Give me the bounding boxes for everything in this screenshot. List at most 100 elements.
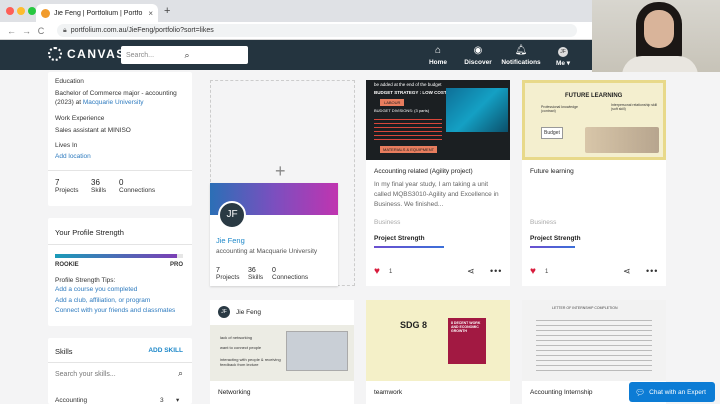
connections-count: 0 (119, 178, 124, 187)
add-project-plus-icon[interactable]: + (275, 161, 286, 182)
nav-notifications[interactable]: 🔔︎ Notifications (501, 45, 541, 66)
projects-label: Projects (55, 187, 79, 194)
share-icon[interactable]: ⋖ (467, 266, 475, 277)
thumb-notes (374, 116, 442, 142)
strength-bar-track (55, 254, 183, 258)
chevron-down-icon[interactable]: ▾ (176, 396, 179, 404)
card-skills-stat[interactable]: 36 Skills (248, 267, 263, 281)
project-title[interactable]: Networking (218, 389, 251, 396)
skills-label: Skills (91, 187, 107, 194)
connections-stat[interactable]: 0 Connections (119, 178, 155, 194)
project-title[interactable]: Accounting related (Agility project) (374, 168, 473, 175)
back-icon[interactable]: ← (7, 26, 16, 36)
strength-title: Your Profile Strength (55, 228, 124, 237)
thumb-line-2: want to connect people (220, 345, 262, 350)
person-face (644, 10, 674, 48)
canvas-logo-icon (48, 47, 62, 61)
project-title[interactable]: Future learning (530, 168, 574, 175)
profile-name[interactable]: Jie Feng (216, 236, 245, 245)
chat-with-expert-button[interactable]: 💬︎ Chat with an Expert (629, 382, 715, 402)
project-card-networking[interactable]: JF Jie Feng lack of networking want to c… (210, 300, 354, 404)
share-icon[interactable]: ⋖ (623, 266, 631, 277)
browser-tab[interactable]: Jie Feng | Portfolium | Portfo × (36, 4, 158, 22)
project-card-teamwork[interactable]: SDG 8 8 DECENT WORK AND ECONOMIC GROWTH … (366, 300, 510, 404)
tip-connect[interactable]: Connect with your friends and classmates (55, 306, 183, 315)
author-avatar[interactable]: JF (218, 306, 230, 318)
thumb-caption: be added at the end of the budget (374, 82, 442, 87)
project-card-agility[interactable]: be added at the end of the budget BUDGET… (366, 80, 510, 286)
project-title[interactable]: teamwork (374, 389, 402, 396)
education-label: Education (55, 78, 84, 85)
reload-icon[interactable]: C (37, 26, 45, 36)
project-description: In my final year study, I am taking a un… (374, 181, 499, 208)
author-name[interactable]: Jie Feng (236, 309, 261, 316)
more-options-icon[interactable]: ••• (490, 266, 502, 276)
nav-discover-label: Discover (464, 59, 492, 66)
card-projects-stat[interactable]: 7 Projects (216, 267, 239, 281)
project-title[interactable]: Accounting Internship (530, 389, 593, 396)
logo-text: CANVAS (67, 47, 126, 61)
project-strength-label: Project Strength (374, 235, 425, 242)
header-search-input[interactable]: Search... ⌕ (121, 46, 248, 64)
project-thumbnail: FUTURE LEARNING Professional knowledge (… (522, 80, 666, 160)
thumb-divisions: BUDGET DIVISIONS: (3 parts) (374, 108, 430, 113)
nav-discover[interactable]: ◉ Discover (458, 45, 498, 66)
portfolium-favicon (41, 8, 50, 18)
nav-me[interactable]: JF Me ▾ (543, 45, 583, 67)
profile-avatar[interactable]: JF (218, 201, 246, 229)
project-card-future-learning[interactable]: FUTURE LEARNING Professional knowledge (… (522, 80, 666, 286)
profile-summary-card: JF Jie Feng accounting at Macquarie Univ… (210, 183, 338, 286)
lives-in-label: Lives In (55, 142, 78, 149)
minimize-window-button[interactable] (17, 7, 25, 15)
project-strength-label: Project Strength (530, 235, 581, 242)
level-pro: PRO (169, 262, 183, 268)
thumb-label-labour: LABOUR (380, 99, 405, 106)
tip-add-course[interactable]: Add a course you completed (55, 285, 183, 294)
divider (48, 362, 192, 363)
canvas-logo[interactable]: CANVAS (48, 47, 126, 61)
heart-icon[interactable]: ♥ (530, 266, 536, 277)
add-skill-button[interactable]: ADD SKILL (148, 347, 183, 354)
forward-icon[interactable]: → (22, 26, 31, 36)
search-icon[interactable]: ⌕ (178, 368, 183, 379)
url-field[interactable]: 🔒︎ portfolium.com.au/JieFeng/portfolio?s… (57, 24, 577, 37)
thumb-letter-body (536, 316, 652, 374)
skills-search-input[interactable]: Search your skills... ⌕ (55, 368, 185, 383)
chat-icon: 💬︎ (635, 387, 646, 397)
projects-stat[interactable]: 7 Projects (55, 178, 78, 194)
work-value: Sales assistant at MINISO (55, 127, 131, 134)
card-connections-label: Connections (272, 274, 309, 281)
profile-info-card: Education Bachelor of Commerce major - a… (48, 72, 192, 206)
heart-icon[interactable]: ♥ (374, 266, 380, 277)
work-label: Work Experience (55, 115, 105, 122)
avatar-icon: JF (558, 47, 568, 57)
school-link[interactable]: Macquarie University (83, 99, 144, 106)
compass-icon: ◉ (473, 45, 483, 56)
thumb-sdg-title: SDG 8 (400, 320, 428, 330)
project-tag[interactable]: Business (530, 219, 556, 226)
close-window-button[interactable] (6, 7, 14, 15)
card-skills-label: Skills (248, 274, 264, 281)
project-strength-bar (374, 246, 445, 248)
skills-card: Skills ADD SKILL Search your skills... ⌕… (48, 338, 192, 404)
card-connections-stat[interactable]: 0 Connections (272, 267, 308, 281)
url-text: portfolium.com.au/JieFeng/portfolio?sort… (70, 27, 214, 34)
new-tab-button[interactable]: + (164, 5, 170, 17)
tip-add-club[interactable]: Add a club, affiliation, or program (55, 296, 183, 305)
connections-label: Connections (119, 187, 156, 194)
thumb-illustration (585, 127, 659, 153)
tab-title: Jie Feng | Portfolium | Portfo (54, 9, 143, 17)
tab-close-icon[interactable]: × (148, 9, 153, 18)
more-options-icon[interactable]: ••• (646, 266, 658, 276)
add-location-link[interactable]: Add location (55, 152, 183, 161)
maximize-window-button[interactable] (28, 7, 36, 15)
skill-item-label[interactable]: Accounting (55, 397, 87, 404)
project-thumbnail: be added at the end of the budget BUDGET… (366, 80, 510, 160)
search-icon[interactable]: ⌕ (185, 50, 244, 61)
project-tag[interactable]: Business (374, 219, 400, 226)
skills-stat[interactable]: 36 Skills (91, 178, 106, 194)
strength-bar-fill (55, 254, 177, 258)
nav-home[interactable]: ⌂ Home (418, 45, 458, 66)
skill-item-count: 3 (160, 397, 164, 404)
profile-strength-card: Your Profile Strength ROOKIE PRO Profile… (48, 218, 192, 326)
